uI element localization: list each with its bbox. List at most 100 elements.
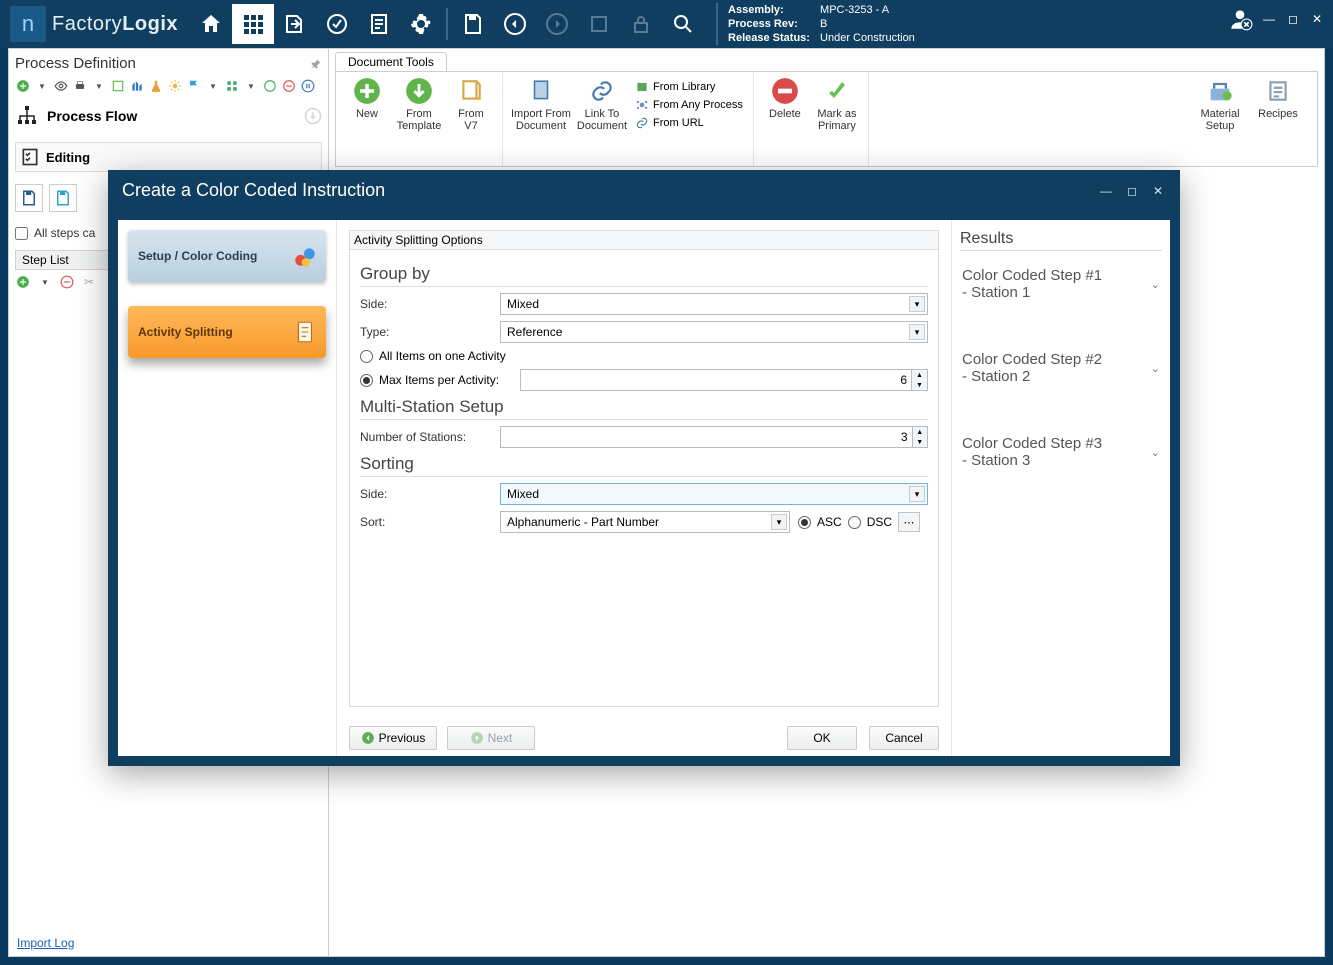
chevron-down-icon[interactable]: ▾ <box>909 486 925 502</box>
app-logo: n <box>10 6 46 42</box>
radio-dsc[interactable] <box>848 516 861 529</box>
ribbon: New From Template From V7 Import From Do… <box>335 71 1318 167</box>
spin-down[interactable]: ▼ <box>913 437 927 447</box>
wizard-step-setup[interactable]: Setup / Color Coding <box>128 230 326 282</box>
forward-button <box>536 4 578 44</box>
sort-label: Sort: <box>360 515 500 529</box>
remove-step-icon[interactable] <box>59 274 75 290</box>
dropdown3-icon[interactable]: ▼ <box>205 78 221 94</box>
all-steps-checkbox[interactable] <box>15 227 28 240</box>
grid-button[interactable] <box>232 4 274 44</box>
modal-dialog: Create a Color Coded Instruction — ◻ ✕ S… <box>108 170 1180 766</box>
export-button[interactable] <box>274 4 316 44</box>
back-button[interactable] <box>494 4 536 44</box>
document-button[interactable] <box>358 4 400 44</box>
cut-icon[interactable]: ✂ <box>81 274 97 290</box>
gear2-icon[interactable] <box>167 78 183 94</box>
radio-all-items[interactable] <box>360 350 373 363</box>
stop-button <box>578 4 620 44</box>
dropdown4-icon[interactable]: ▼ <box>243 78 259 94</box>
max-items-input[interactable] <box>520 369 912 391</box>
modal-close[interactable]: ✕ <box>1150 184 1166 198</box>
spin-up[interactable]: ▲ <box>912 370 927 380</box>
ribbon-recipes[interactable]: Recipes <box>1255 76 1301 162</box>
ribbon-from-library[interactable]: From Library <box>635 80 743 94</box>
next-button: Next <box>447 726 535 750</box>
result-item-3[interactable]: Color Coded Step #3- Station 3 ⌄ <box>960 425 1162 479</box>
home-button[interactable] <box>190 4 232 44</box>
chevron-down-icon: ⌄ <box>1151 362 1160 375</box>
ribbon-link-document[interactable]: Link To Document <box>577 76 627 132</box>
thumb-1[interactable] <box>15 184 43 212</box>
sort-side-label: Side: <box>360 487 500 501</box>
num-stations-label: Number of Stations: <box>360 430 500 444</box>
ribbon-from-template[interactable]: From Template <box>396 76 442 132</box>
minus-icon[interactable] <box>281 78 297 94</box>
modal-maximize[interactable]: ◻ <box>1124 184 1140 198</box>
save-button[interactable] <box>452 4 494 44</box>
search-button[interactable] <box>662 4 704 44</box>
tool1-icon[interactable] <box>110 78 126 94</box>
circle1-icon[interactable] <box>262 78 278 94</box>
step-dropdown-icon[interactable]: ▼ <box>37 274 53 290</box>
eye-icon[interactable] <box>53 78 69 94</box>
sort-select[interactable]: Alphanumeric - Part Number▾ <box>500 511 790 533</box>
result-item-2[interactable]: Color Coded Step #2- Station 2 ⌄ <box>960 341 1162 395</box>
sync-button[interactable] <box>316 4 358 44</box>
pin-icon[interactable] <box>310 58 322 70</box>
tab-document-tools[interactable]: Document Tools <box>335 52 447 71</box>
radio-max-items[interactable] <box>360 374 373 387</box>
thumb-2[interactable] <box>49 184 77 212</box>
sorting-header: Sorting <box>360 454 928 477</box>
dropdown-icon[interactable]: ▼ <box>34 78 50 94</box>
modal-minimize[interactable]: — <box>1098 184 1114 198</box>
chevron-down-icon[interactable]: ▾ <box>909 296 925 312</box>
flask-icon[interactable] <box>148 78 164 94</box>
toolbar-separator <box>446 8 448 40</box>
opt-all-label: All Items on one Activity <box>379 349 506 363</box>
result-item-1[interactable]: Color Coded Step #1- Station 1 ⌄ <box>960 257 1162 311</box>
num-stations-input[interactable] <box>500 426 913 448</box>
cancel-button[interactable]: Cancel <box>869 726 939 750</box>
grid2-icon[interactable] <box>224 78 240 94</box>
ribbon-import-document[interactable]: Import From Document <box>511 76 571 132</box>
editing-header[interactable]: Editing <box>15 142 322 172</box>
wizard-step-activity-splitting[interactable]: Activity Splitting <box>128 306 326 358</box>
spin-up[interactable]: ▲ <box>913 427 927 437</box>
chevron-down-icon[interactable]: ▾ <box>771 514 787 530</box>
ribbon-mark-primary[interactable]: Mark as Primary <box>814 76 860 132</box>
pause-icon[interactable] <box>300 78 316 94</box>
ribbon-from-v7[interactable]: From V7 <box>448 76 494 132</box>
chart-icon[interactable] <box>129 78 145 94</box>
window-minimize[interactable]: — <box>1261 12 1277 26</box>
more-button[interactable]: ⋯ <box>898 512 920 532</box>
sort-side-select[interactable]: Mixed▾ <box>500 483 928 505</box>
user-icon[interactable] <box>1227 6 1253 32</box>
settings-button[interactable] <box>400 4 442 44</box>
previous-button[interactable]: Previous <box>349 726 437 750</box>
side-select[interactable]: Mixed▾ <box>500 293 928 315</box>
ribbon-from-url[interactable]: From URL <box>635 116 743 130</box>
radio-asc[interactable] <box>798 516 811 529</box>
dropdown2-icon[interactable]: ▼ <box>91 78 107 94</box>
ribbon-delete[interactable]: Delete <box>762 76 808 120</box>
ok-button[interactable]: OK <box>787 726 857 750</box>
type-label: Type: <box>360 325 500 339</box>
spin-down[interactable]: ▼ <box>912 380 927 390</box>
ribbon-new[interactable]: New <box>344 76 390 120</box>
add-step-icon[interactable] <box>15 274 31 290</box>
quick-toolbar: ▼ ▼ ▼ ▼ <box>15 78 322 94</box>
chevron-down-icon[interactable]: ▾ <box>909 324 925 340</box>
modal-title-text: Create a Color Coded Instruction <box>122 180 385 201</box>
add-icon[interactable] <box>15 78 31 94</box>
window-maximize[interactable]: ◻ <box>1285 12 1301 26</box>
window-close[interactable]: ✕ <box>1309 12 1325 26</box>
download-icon[interactable] <box>304 107 322 125</box>
multistation-header: Multi-Station Setup <box>360 397 928 420</box>
flag-icon[interactable] <box>186 78 202 94</box>
import-log-link[interactable]: Import Log <box>17 936 74 950</box>
type-select[interactable]: Reference▾ <box>500 321 928 343</box>
print-icon[interactable] <box>72 78 88 94</box>
ribbon-material-setup[interactable]: Material Setup <box>1197 76 1243 162</box>
ribbon-from-any-process[interactable]: From Any Process <box>635 98 743 112</box>
